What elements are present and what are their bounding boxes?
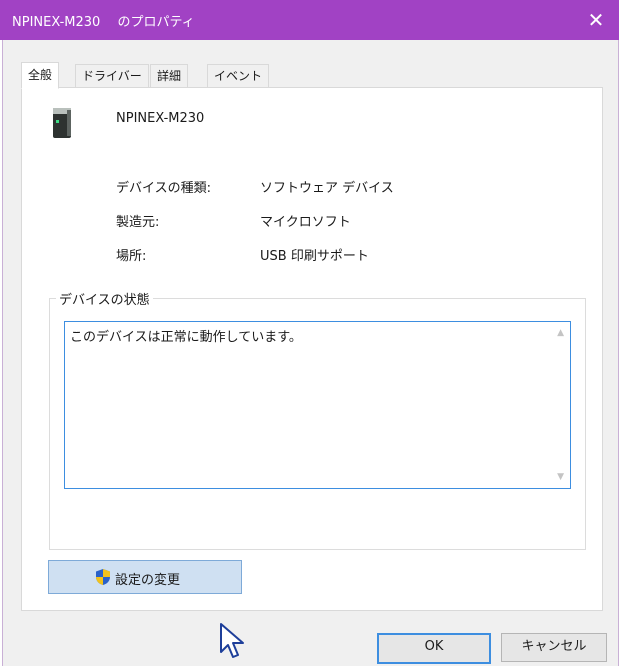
tab-driver[interactable]: ドライバー [75, 64, 149, 87]
close-icon[interactable]: ✕ [573, 0, 619, 40]
printer-device-icon [53, 108, 71, 138]
tab-general[interactable]: 全般 [21, 62, 60, 89]
manufacturer-value: マイクロソフト [260, 215, 351, 230]
device-status-text: このデバイスは正常に動作しています。 [70, 330, 302, 345]
device-type-value: ソフトウェア デバイス [260, 181, 394, 196]
device-type-label: デバイスの種類: [116, 181, 211, 196]
change-settings-label: 設定の変更 [115, 573, 181, 588]
change-settings-button[interactable]: 設定の変更 [48, 560, 242, 594]
device-status-textbox[interactable]: このデバイスは正常に動作しています。 ▲ ▼ [64, 321, 571, 489]
tab-details[interactable]: 詳細 [150, 64, 189, 87]
location-value: USB 印刷サポート [260, 249, 369, 264]
window-title: NPINEX-M230 のプロパティ [12, 15, 195, 30]
mouse-pointer-icon [220, 623, 244, 658]
device-name: NPINEX-M230 [116, 111, 205, 126]
tab-events[interactable]: イベント [207, 64, 270, 87]
dialog-client-area: 全般 ドライバー 詳細 イベント NPINEX-M230 デバイスの種類: ソフ… [2, 40, 619, 666]
uac-shield-icon [96, 569, 110, 585]
scroll-up-icon[interactable]: ▲ [557, 328, 564, 338]
device-status-title: デバイスの状態 [56, 289, 153, 308]
title-bar: NPINEX-M230 のプロパティ ✕ [0, 0, 619, 40]
scroll-down-icon[interactable]: ▼ [557, 472, 564, 482]
location-label: 場所: [116, 249, 147, 264]
device-status-group: デバイスの状態 このデバイスは正常に動作しています。 ▲ ▼ [49, 289, 586, 550]
ok-button[interactable]: OK [377, 633, 491, 664]
general-tab-panel: NPINEX-M230 デバイスの種類: ソフトウェア デバイス 製造元: マイ… [21, 87, 603, 611]
manufacturer-label: 製造元: [116, 215, 160, 230]
cancel-button[interactable]: キャンセル [501, 633, 607, 662]
